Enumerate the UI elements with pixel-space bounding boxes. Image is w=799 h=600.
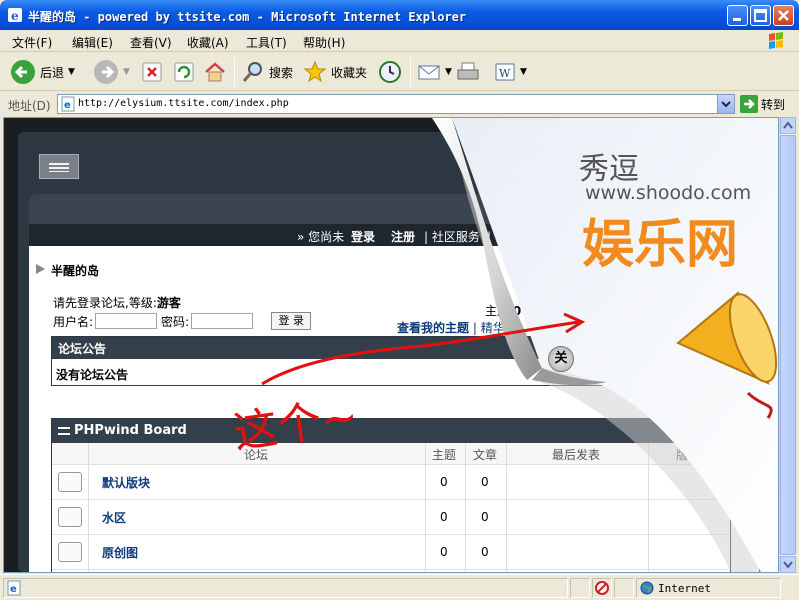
svg-text:e: e: [10, 584, 17, 595]
toolbar-separator: [234, 58, 235, 86]
menu-tools[interactable]: 工具(T): [246, 34, 287, 51]
browser-window: e 半醒的岛 - powered by ttsite.com - Microso…: [0, 0, 799, 600]
close-window-button[interactable]: [773, 5, 794, 26]
favorites-label: 收藏夹: [331, 65, 368, 80]
history-button[interactable]: [378, 59, 402, 85]
go-button[interactable]: 转到: [740, 95, 785, 113]
address-dropdown-button[interactable]: [717, 95, 734, 113]
globe-icon: [640, 581, 654, 595]
search-icon: [242, 62, 262, 82]
search-button[interactable]: 搜索: [241, 59, 293, 85]
status-text-cell: e: [3, 578, 568, 598]
menu-bar: 文件(F) 编辑(E) 查看(V) 收藏(A) 工具(T) 帮助(H): [0, 30, 799, 52]
popup-blocked-icon: [595, 581, 609, 595]
stop-button[interactable]: [141, 59, 163, 85]
ie-icon: e: [8, 8, 22, 23]
favorites-button[interactable]: 收藏夹: [303, 59, 367, 85]
address-input[interactable]: e http://elysium.ttsite.com/index.php: [57, 94, 735, 114]
print-button[interactable]: [456, 59, 480, 85]
chevron-down-icon: [721, 101, 731, 108]
mail-button[interactable]: ▼: [417, 59, 452, 85]
popup-blocked-cell[interactable]: [592, 578, 612, 598]
window-title: 半醒的岛 - powered by ttsite.com - Microsoft…: [28, 10, 467, 24]
vertical-scrollbar[interactable]: [779, 117, 796, 573]
menu-file[interactable]: 文件(F): [12, 34, 52, 51]
status-cell: [570, 578, 590, 598]
address-bar: 地址(D) e http://elysium.ttsite.com/index.…: [0, 92, 799, 116]
history-icon: [379, 61, 401, 83]
menu-edit[interactable]: 编辑(E): [72, 34, 113, 51]
forward-arrow-icon: [94, 60, 118, 84]
scroll-thumb[interactable]: [780, 135, 796, 555]
back-arrow-icon: [11, 60, 35, 84]
scroll-up-button[interactable]: [780, 117, 796, 134]
refresh-button[interactable]: [173, 59, 195, 85]
address-url: http://elysium.ttsite.com/index.php: [78, 98, 289, 109]
search-label: 搜索: [269, 65, 294, 80]
toolbar-separator: [410, 58, 411, 86]
back-label: 后退: [40, 65, 65, 80]
refresh-icon: [174, 62, 194, 82]
star-icon: [303, 60, 327, 83]
security-zone: Internet: [640, 581, 711, 595]
page-viewport: » 您尚未 登录 注册 | 社区服务 | 帮 半醒的岛 请先登录论坛,等级:游客…: [3, 117, 779, 573]
minimize-button[interactable]: [727, 5, 748, 26]
zone-label: Internet: [658, 581, 711, 595]
svg-text:W: W: [499, 67, 511, 80]
page-icon: e: [61, 96, 75, 112]
menu-favorites[interactable]: 收藏(A): [187, 34, 229, 51]
word-edit-icon: W: [495, 63, 515, 81]
title-bar: e 半醒的岛 - powered by ttsite.com - Microso…: [0, 0, 799, 30]
toolbar: 后退 ▼ ▼ 搜索 收藏夹 ▼ W ▼: [0, 53, 799, 91]
home-icon: [205, 62, 225, 82]
printer-icon: [457, 62, 479, 80]
status-bar: e Internet: [0, 574, 799, 600]
scroll-down-button[interactable]: [780, 556, 796, 573]
red-annotation: 这个~: [230, 312, 586, 459]
address-label: 地址(D): [8, 99, 51, 113]
menu-help[interactable]: 帮助(H): [303, 34, 345, 51]
go-label: 转到: [761, 97, 786, 112]
status-cell: [614, 578, 634, 598]
back-button[interactable]: 后退 ▼: [10, 59, 75, 85]
svg-text:e: e: [64, 100, 71, 111]
go-arrow-icon: [740, 95, 758, 113]
stop-icon: [142, 62, 162, 82]
mail-icon: [418, 65, 440, 80]
svg-text:e: e: [11, 9, 19, 23]
maximize-button[interactable]: [750, 5, 771, 26]
home-button[interactable]: [203, 59, 227, 85]
page-status-icon: e: [7, 580, 21, 596]
annotation-text: 这个~: [230, 391, 361, 459]
windows-flag-icon: [769, 32, 783, 49]
forward-button[interactable]: ▼: [93, 59, 130, 85]
edit-button[interactable]: W ▼: [494, 59, 527, 85]
menu-view[interactable]: 查看(V): [130, 34, 172, 51]
